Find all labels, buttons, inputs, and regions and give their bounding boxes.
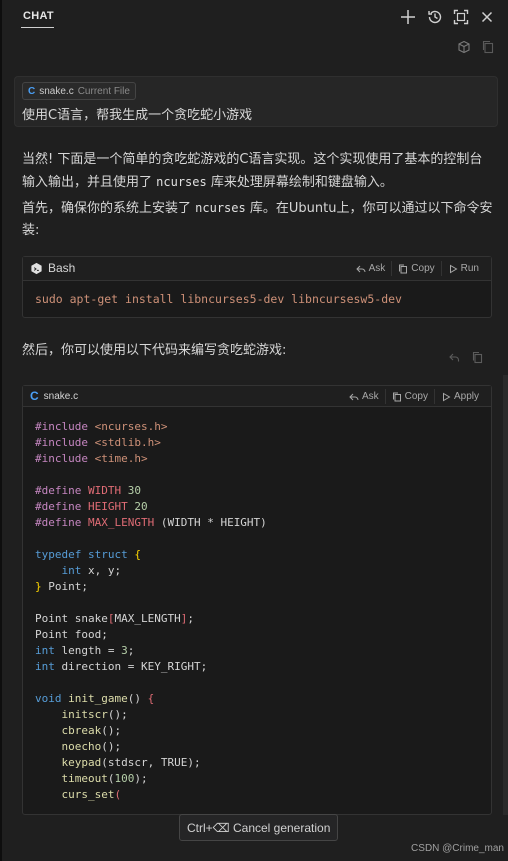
- command-args: apt-get install libncurses5-dev libncurs…: [62, 292, 402, 306]
- close-icon[interactable]: [478, 8, 496, 26]
- watermark: CSDN @Crime_man: [411, 843, 504, 854]
- history-icon[interactable]: [426, 8, 444, 26]
- code-lang-label: Bash: [48, 261, 76, 275]
- c-file-icon: C: [30, 389, 39, 403]
- copy-icon: [399, 264, 408, 273]
- user-prompt: 使用C语言，帮我生成一个贪吃蛇小游戏: [22, 108, 253, 123]
- scrollbar[interactable]: [503, 375, 508, 815]
- c-source-code[interactable]: #include <ncurses.h> #include <stdlib.h>…: [23, 407, 491, 803]
- intro-paragraph: 当然! 下面是一个简单的贪吃蛇游戏的C语言实现。这个实现使用了基本的控制台输入输…: [22, 149, 494, 194]
- command-keyword: sudo: [35, 292, 63, 306]
- reply-icon: [349, 393, 359, 400]
- then-paragraph: 然后，你可以使用以下代码来编写贪吃蛇游戏:: [22, 343, 287, 358]
- code-block-header: C snake.c Ask Copy Apply: [23, 386, 491, 407]
- message-tools: [448, 351, 484, 364]
- maximize-icon[interactable]: [452, 8, 470, 26]
- file-tag: Current File: [77, 85, 130, 97]
- c-code-block: C snake.c Ask Copy Apply #include <ncurs…: [22, 385, 492, 815]
- current-file-chip[interactable]: C snake.c Current File: [22, 82, 136, 100]
- ask-label: Ask: [368, 263, 386, 274]
- play-icon: [442, 392, 451, 401]
- inline-code: ncurses: [156, 175, 207, 189]
- bash-icon: [31, 262, 42, 274]
- plus-icon[interactable]: [399, 8, 417, 26]
- panel-left-edge: [0, 0, 2, 861]
- chat-header: CHAT: [0, 0, 508, 34]
- bash-command[interactable]: sudo apt-get install libncurses5-dev lib…: [23, 281, 491, 307]
- apply-button[interactable]: Apply: [433, 389, 485, 404]
- copy-button[interactable]: Copy: [391, 261, 440, 276]
- code-file-label: snake.c: [43, 390, 79, 402]
- reply-icon[interactable]: [448, 351, 461, 364]
- copy-icon: [392, 392, 401, 401]
- intro-text-2: 库来处理屏幕绘制和键盘输入。: [210, 175, 393, 190]
- reply-icon: [355, 265, 366, 272]
- chat-tab-title[interactable]: CHAT: [23, 10, 54, 22]
- chat-tab-underline: [21, 27, 54, 28]
- run-label: Run: [460, 263, 479, 274]
- install-paragraph: 首先，确保你的系统上安装了 ncurses 库。在Ubuntu上，你可以通过以下…: [22, 197, 494, 242]
- install-text-1: 首先，确保你的系统上安装了: [22, 201, 192, 216]
- copy-label: Copy: [411, 263, 435, 274]
- bash-code-block: Bash Ask Copy Run sudo apt-get install l…: [22, 256, 492, 318]
- copy-icon[interactable]: [471, 351, 484, 364]
- apply-label: Apply: [453, 391, 479, 402]
- user-message-card[interactable]: C snake.c Current File 使用C语言，帮我生成一个贪吃蛇小游…: [14, 76, 498, 127]
- run-button[interactable]: Run: [440, 261, 485, 276]
- cube-icon[interactable]: [457, 40, 471, 54]
- inline-code: ncurses: [195, 201, 246, 215]
- c-file-icon: C: [28, 85, 36, 97]
- copy-icon[interactable]: [481, 40, 495, 54]
- ask-label: Ask: [361, 391, 379, 402]
- copy-button[interactable]: Copy: [384, 389, 434, 404]
- code-block-header: Bash Ask Copy Run: [23, 257, 491, 281]
- copy-label: Copy: [404, 391, 428, 402]
- cancel-generation-tooltip[interactable]: Ctrl+⌫ Cancel generation: [179, 814, 339, 841]
- play-icon: [449, 264, 458, 273]
- file-name: snake.c: [39, 85, 74, 97]
- ask-button[interactable]: Ask: [350, 261, 392, 276]
- ask-button[interactable]: Ask: [343, 389, 385, 404]
